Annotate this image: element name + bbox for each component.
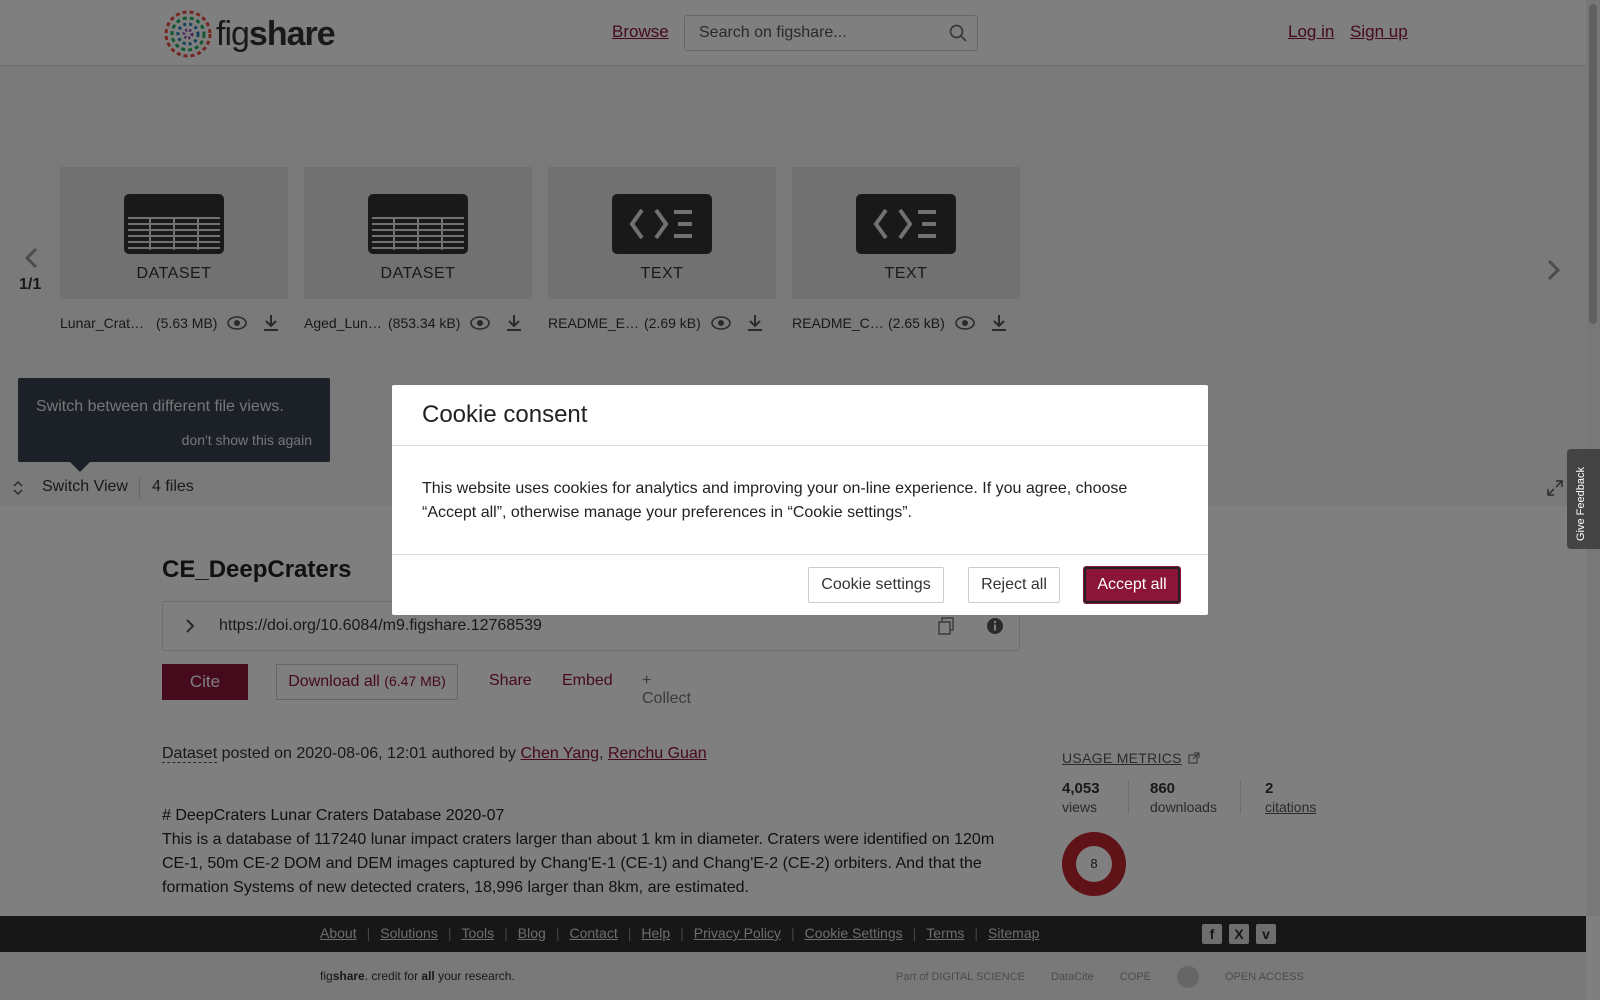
- cookie-consent-text: This website uses cookies for analytics …: [422, 480, 1128, 521]
- page: figshare Browse Log in Sign up 1/1: [0, 0, 1600, 1000]
- give-feedback-label: Give Feedback: [1575, 467, 1587, 541]
- give-feedback-tab[interactable]: Give Feedback: [1567, 449, 1600, 549]
- accept-all-button[interactable]: Accept all: [1083, 566, 1181, 604]
- cookie-consent-dialog: Cookie consent This website uses cookies…: [392, 385, 1208, 615]
- cookie-settings-button[interactable]: Cookie settings: [808, 567, 944, 603]
- reject-all-button[interactable]: Reject all: [968, 567, 1060, 603]
- cookie-consent-title: Cookie consent: [422, 401, 588, 428]
- divider: [392, 554, 1208, 555]
- divider: [392, 445, 1208, 446]
